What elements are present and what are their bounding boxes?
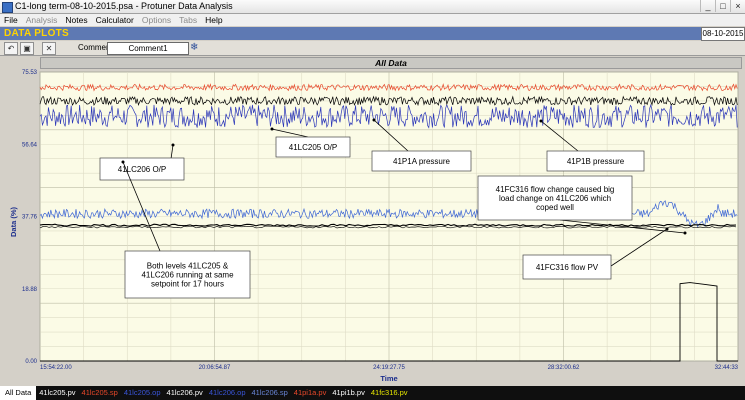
menu-bar: File Analysis Notes Calculator Options T… [0,14,745,26]
series-tab[interactable]: All Data [0,386,37,400]
y-tick-label: 18.88 [22,287,38,293]
series-tab[interactable]: 41lc206.pv [164,386,206,400]
toolbar: ↶ ▣ ✕ Comment ❄ [0,41,745,56]
window-title: C1-long term-08-10-2015.psa - Protuner D… [15,1,233,11]
callout-dot [665,227,669,231]
series-tab-strip: All Data 41lc205.pv 41lc205.sp 41lc205.op 41… [0,386,745,400]
clear-icon[interactable]: ✕ [42,42,56,55]
callout-dot [171,143,175,147]
menu-options[interactable]: Options [138,14,175,26]
callout-dot [539,119,543,123]
x-tick-label: 15:54:22.00 [40,365,72,371]
window-controls: _ □ × [700,0,745,13]
undo-icon[interactable]: ↶ [4,42,18,55]
date-field[interactable]: 08-10-2015 [701,27,745,41]
save-icon[interactable]: ▣ [20,42,34,55]
y-tick-label: 37.76 [22,215,38,221]
menu-tabs[interactable]: Tabs [175,14,201,26]
y-tick-label: 75.53 [22,70,38,76]
snowflake-icon[interactable]: ❄ [190,42,198,54]
callout-text: setpoint for 17 hours [151,280,224,289]
maximize-icon[interactable]: □ [715,0,730,12]
menu-analysis[interactable]: Analysis [22,14,62,26]
x-axis-label: Time [380,374,397,383]
callout-text: 41LC205 O/P [289,143,337,152]
data-plots-header: DATA PLOTS 08-10-2015 [0,27,745,41]
callout-text: 41P1A pressure [393,157,450,166]
series-tab[interactable]: 41lc206.op [206,386,249,400]
x-tick-label: 20:06:54.87 [199,365,231,371]
minimize-icon[interactable]: _ [700,0,715,12]
series-tab[interactable]: 41pi1a.pv [291,386,330,400]
menu-file[interactable]: File [0,14,22,26]
comment-input[interactable] [107,42,189,55]
callout-dot [683,231,687,235]
callout-dot [270,127,274,131]
callout-text: load change on 41LC206 which [499,194,611,203]
y-tick-label: 0.00 [25,359,37,365]
y-tick-label: 56.64 [22,142,38,148]
series-tab[interactable]: 41lc205.pv [36,386,78,400]
series-tab[interactable]: 41lc206.sp [249,386,291,400]
callout-text: 41FC316 flow change caused big [496,185,615,194]
series-tab[interactable]: 41fc316.pv [368,386,411,400]
app-icon [2,2,13,13]
series-tab[interactable]: 41lc205.op [121,386,164,400]
series-tab[interactable]: 41pi1b.pv [329,386,368,400]
menu-calculator[interactable]: Calculator [92,14,138,26]
callout-dot [121,160,125,164]
series-tab[interactable]: 41lc205.sp [79,386,121,400]
menu-help[interactable]: Help [201,14,226,26]
page-title: DATA PLOTS [4,28,70,39]
callout-dot [372,118,376,122]
callout-text: 41FC316 flow PV [536,263,599,272]
callout-text: coped well [536,203,574,212]
callout-text: Both levels 41LC205 & [147,262,229,271]
data-plot[interactable]: 0.00 18.88 37.76 56.64 75.53 15:54:22.00 20:06… [0,68,745,386]
callout-text: 41LC206 running at same [141,271,234,280]
x-tick-label: 32:44:33 [715,365,739,371]
window-titlebar: C1-long term-08-10-2015.psa - Protuner D… [0,0,745,14]
x-tick-label: 24:19:27.75 [373,365,405,371]
callout-text: 41P1B pressure [567,157,625,166]
menu-notes[interactable]: Notes [61,14,91,26]
y-axis-label: Data (%) [9,207,18,238]
x-tick-label: 28:32:00.62 [548,365,580,371]
close-icon[interactable]: × [730,0,745,12]
